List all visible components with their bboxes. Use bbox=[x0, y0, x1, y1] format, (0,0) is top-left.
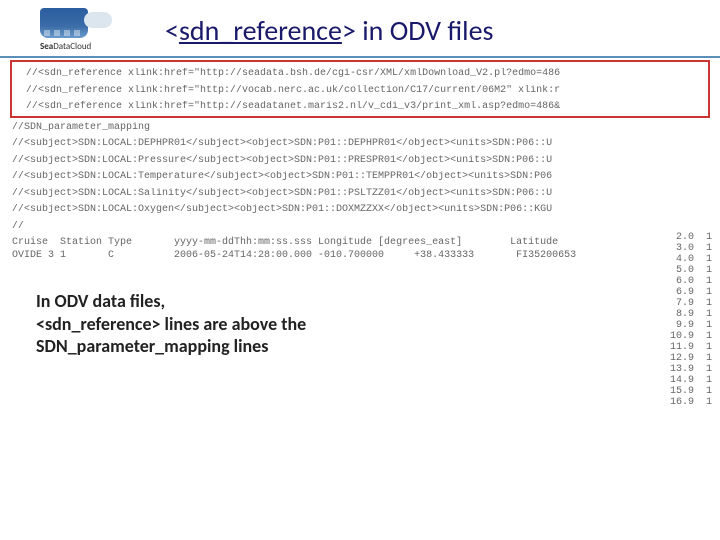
table-row: 14.9 1 bbox=[670, 375, 712, 386]
table-row: 10.9 1 bbox=[670, 331, 712, 342]
table-row: 6.0 1 bbox=[670, 276, 712, 287]
table-row: 2.0 1 bbox=[670, 232, 712, 243]
logo: SeaDataCloud bbox=[40, 8, 165, 52]
wave-icon bbox=[40, 8, 88, 38]
table-row: 12.9 1 bbox=[670, 353, 712, 364]
column-header: Cruise Station Type yyyy-mm-ddThh:mm:ss.… bbox=[0, 233, 720, 250]
table-row: 8.9 1 bbox=[670, 309, 712, 320]
code-line: //SDN_parameter_mapping bbox=[0, 122, 720, 135]
logo-rest: Data bbox=[53, 41, 70, 52]
title-gt: > bbox=[342, 13, 356, 48]
logo-cloud-text: Cloud bbox=[70, 41, 91, 52]
table-row: 4.0 1 bbox=[670, 254, 712, 265]
table-row: 3.0 1 bbox=[670, 243, 712, 254]
code-line: //<sdn_reference xlink:href="http://voca… bbox=[14, 85, 708, 98]
table-row: 16.9 1 bbox=[670, 397, 712, 408]
code-line: //<subject>SDN:LOCAL:Temperature</subjec… bbox=[0, 171, 720, 184]
title-rest: in ODV files bbox=[356, 13, 494, 48]
table-row: 6.9 1 bbox=[670, 287, 712, 298]
header: SeaDataCloud <sdn_reference> in ODV file… bbox=[0, 0, 720, 58]
caption-line: In ODV data files, bbox=[36, 290, 306, 313]
table-row: 5.0 1 bbox=[670, 265, 712, 276]
table-row: 9.9 1 bbox=[670, 320, 712, 331]
code-line: //<sdn_reference xlink:href="http://sead… bbox=[14, 68, 708, 81]
code-line: //<subject>SDN:LOCAL:Salinity</subject><… bbox=[0, 188, 720, 201]
code-line: //<subject>SDN:LOCAL:DEPHPR01</subject><… bbox=[0, 138, 720, 151]
caption: In ODV data files, <sdn_reference> lines… bbox=[36, 290, 306, 358]
reference-block: //<sdn_reference xlink:href="http://sead… bbox=[10, 60, 710, 118]
caption-line: SDN_parameter_mapping lines bbox=[36, 335, 306, 358]
caption-line: <sdn_reference> lines are above the bbox=[36, 313, 306, 336]
logo-area: SeaDataCloud bbox=[0, 8, 165, 52]
table-row: 15.9 1 bbox=[670, 386, 712, 397]
code-line: //<sdn_reference xlink:href="http://sead… bbox=[14, 101, 708, 114]
page-title: <sdn_reference> in ODV files bbox=[165, 13, 493, 48]
logo-text: SeaDataCloud bbox=[40, 41, 91, 52]
code-line: //<subject>SDN:LOCAL:Pressure</subject><… bbox=[0, 155, 720, 168]
cloud-icon bbox=[84, 12, 112, 28]
table-row: 13.9 1 bbox=[670, 364, 712, 375]
title-tag: sdn_reference bbox=[179, 13, 342, 48]
code-line: //<subject>SDN:LOCAL:Oxygen</subject><ob… bbox=[0, 204, 720, 217]
data-row: OVIDE 3 1 C 2006-05-24T14:28:00.000 -010… bbox=[0, 250, 720, 261]
table-row: 11.9 1 bbox=[670, 342, 712, 353]
logo-bold: Sea bbox=[40, 41, 53, 52]
code-line: // bbox=[0, 221, 720, 234]
numeric-table: 2.0 1 3.0 1 4.0 1 5.0 1 6.0 1 6.9 1 7.9 … bbox=[670, 232, 712, 408]
title-lt: < bbox=[165, 13, 179, 48]
table-row: 7.9 1 bbox=[670, 298, 712, 309]
